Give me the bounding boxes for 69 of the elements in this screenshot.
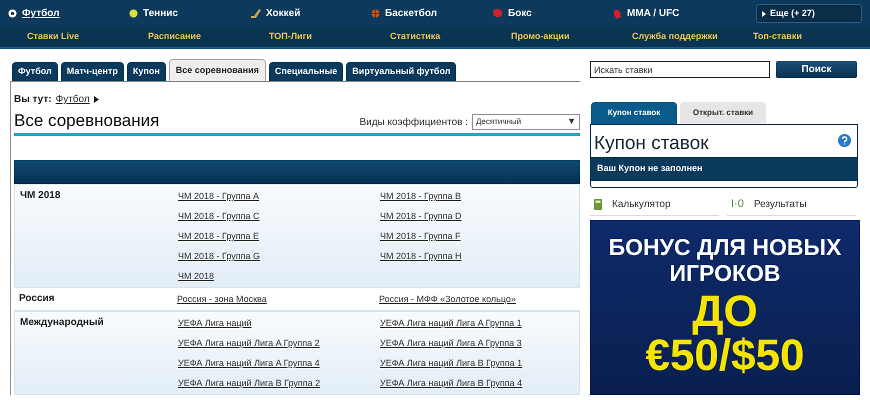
banner-amount: €50/$50 (645, 334, 805, 378)
breadcrumb-label: Вы тут: (14, 93, 52, 107)
odds-format-dropdown[interactable]: Десятичный ▼ (472, 114, 580, 130)
region-label: Международный (19, 316, 105, 330)
help-icon[interactable] (838, 134, 851, 147)
competition-link[interactable]: УЕФА Лига наций Лига A Группа 2 (178, 334, 380, 352)
competition-link[interactable]: Россия - зона Москва (177, 290, 379, 308)
competition-link[interactable]: ЧМ 2018 - Группа C (178, 207, 380, 225)
nav-link[interactable]: Ставки Live (27, 30, 148, 44)
competition-link[interactable]: УЕФА Лига наций Лига A Группа 1 (380, 314, 570, 332)
search-field[interactable]: Искать ставки (590, 61, 770, 78)
nav-link[interactable]: ТОП-Лиги (269, 30, 390, 44)
sport-link[interactable]: Баскетбол (371, 0, 492, 27)
tool-link[interactable]: Калькулятор (590, 194, 719, 216)
competition-link[interactable]: ЧМ 2018 - Группа E (178, 227, 380, 245)
tab[interactable]: Футбол (12, 62, 58, 81)
basketball-icon (371, 9, 380, 18)
tennis-ball-icon (129, 9, 138, 18)
score-icon: I·0 (731, 196, 744, 212)
competition-link[interactable]: ЧМ 2018 - Группа H (380, 247, 570, 265)
competition-link[interactable]: Россия - МФФ «Золотое кольцо» (379, 290, 569, 308)
tab[interactable]: Все соревнования (168, 59, 266, 81)
sport-link[interactable]: MMA / UFC (613, 0, 734, 27)
sport-link[interactable]: Бокс (492, 0, 613, 27)
empty-slip-message: Ваш Купон не заполнен (591, 157, 857, 180)
calculator-icon (594, 198, 602, 210)
tab[interactable]: Специальные (268, 62, 344, 81)
competition-link[interactable]: УЕФА Лига наций Лига A Группа 3 (380, 334, 570, 352)
dropdown-arrow-icon: ▼ (567, 115, 576, 129)
hockey-stick-icon (250, 9, 261, 18)
tab[interactable]: Купон ставок (591, 102, 677, 124)
banner-headline: БОНУС ДЛЯ НОВЫХ ИГРОКОВ (608, 234, 842, 286)
sport-link[interactable]: Футбол (8, 0, 129, 27)
page-title: Все соревнования (14, 110, 160, 132)
competition-link[interactable]: УЕФА Лига наций Лига B Группа 2 (178, 374, 380, 392)
nav-link[interactable]: Топ-ставки (753, 30, 870, 44)
nav-link[interactable]: Статистика (390, 30, 511, 44)
sport-link[interactable]: Теннис (129, 0, 250, 27)
competition-link[interactable]: ЧМ 2018 - Группа A (178, 187, 380, 205)
tab[interactable]: Виртуальный футбол (346, 62, 456, 81)
competition-link[interactable]: УЕФА Лига наций Лига B Группа 1 (380, 354, 570, 372)
caret-icon (762, 10, 766, 16)
tool-link[interactable]: I·0 Результаты (727, 194, 856, 216)
search-button[interactable]: Поиск (776, 61, 857, 78)
competition-link[interactable]: ЧМ 2018 - Группа B (380, 187, 570, 205)
caret-icon (94, 96, 99, 103)
competition-link[interactable]: ЧМ 2018 - Группа F (380, 227, 570, 245)
competition-link[interactable]: ЧМ 2018 - Группа G (178, 247, 380, 265)
tab[interactable]: Купон (126, 62, 166, 81)
bet-slip-title: Купон ставок (594, 132, 709, 156)
nav-link[interactable]: Служба поддержки (632, 30, 753, 44)
promo-banner[interactable]: БОНУС ДЛЯ НОВЫХ ИГРОКОВ ДО €50/$50 (590, 220, 860, 394)
more-sports-button[interactable]: Еще (+ 27) (756, 4, 862, 23)
tab[interactable]: Матч-центр (60, 62, 124, 81)
sport-link[interactable]: Хоккей (250, 0, 371, 27)
odds-format-label: Виды коэффициентов : (359, 116, 468, 130)
region-label: Россия (18, 292, 56, 306)
breadcrumb-link[interactable]: Футбол (56, 92, 90, 107)
nav-link[interactable]: Промо-акции (511, 30, 632, 44)
banner-text: ДО (692, 290, 758, 334)
competition-link[interactable]: УЕФА Лига наций Лига A Группа 4 (178, 354, 380, 372)
competition-link[interactable]: УЕФА Лига наций (178, 314, 380, 332)
competition-link[interactable]: ЧМ 2018 - Группа D (380, 207, 570, 225)
tab[interactable]: Открыт. ставки (680, 102, 766, 124)
competition-link[interactable]: ЧМ 2018 (178, 267, 380, 285)
nav-link[interactable]: Расписание (148, 30, 269, 44)
soccer-ball-icon (8, 9, 17, 18)
region-label: ЧМ 2018 (19, 189, 62, 203)
competition-link[interactable]: УЕФА Лига наций Лига B Группа 4 (380, 374, 570, 392)
